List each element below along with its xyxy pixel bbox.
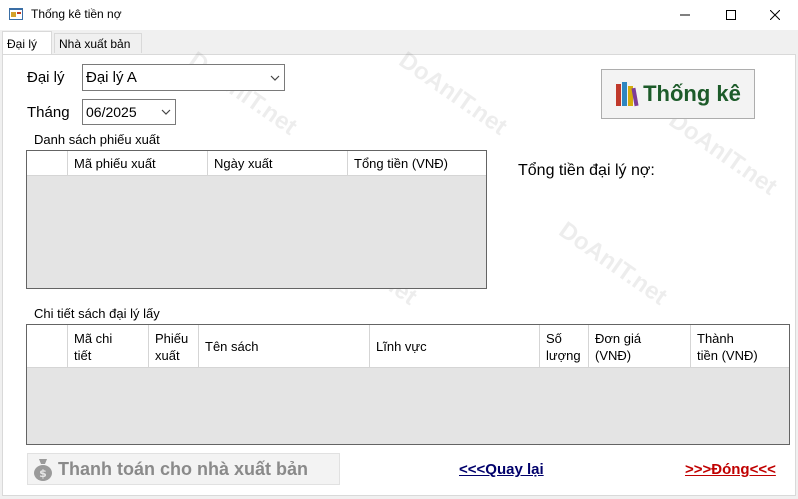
detail-list-caption: Chi tiết sách đại lý lấy [34,306,160,321]
agent-select[interactable]: Đại lý A [82,64,285,91]
tab-label: Nhà xuất bản [59,36,131,51]
maximize-button[interactable] [708,0,754,30]
statistics-button[interactable]: Thống kê [601,69,755,119]
column-header[interactable]: Mã phiếu xuất [67,151,207,175]
books-icon [616,82,639,107]
month-picker-value: 06/2025 [86,104,137,120]
agent-select-value: Đại lý A [86,69,137,86]
window-title: Thống kê tiền nợ [31,7,122,21]
pay-publisher-label: Thanh toán cho nhà xuất bản [58,458,309,479]
statistics-button-label: Thống kê [643,81,741,106]
minimize-button[interactable] [662,0,708,30]
agent-debt-total-label: Tổng tiền đại lý nợ: [518,162,655,179]
pay-publisher-button[interactable]: $ Thanh toán cho nhà xuất bản [27,453,340,485]
column-header[interactable]: Đơn giá (VNĐ) [588,325,690,367]
column-header[interactable]: Ngày xuất [207,151,347,175]
grid-header: Mã phiếu xuất Ngày xuất Tổng tiền (VNĐ) [27,151,486,176]
column-header[interactable]: Tổng tiền (VNĐ) [347,151,486,175]
tab-agent[interactable]: Đại lý [2,31,52,55]
column-header[interactable]: Tên sách [198,325,369,367]
export-list-caption: Danh sách phiếu xuất [34,132,160,147]
app-icon [9,8,23,20]
money-bag-icon: $ [34,459,52,481]
export-list-grid[interactable]: Mã phiếu xuất Ngày xuất Tổng tiền (VNĐ) [26,150,487,289]
back-link[interactable]: <<<Quay lại [459,461,544,478]
column-header[interactable]: Mã chi tiết [67,325,148,367]
detail-list-grid[interactable]: Mã chi tiết Phiếu xuất Tên sách Lĩnh vực S… [26,324,790,445]
agent-label: Đại lý [27,69,65,86]
svg-text:$: $ [39,467,47,480]
maximize-icon [726,10,736,20]
chevron-down-icon [161,109,171,115]
column-header[interactable]: Phiếu xuất [148,325,198,367]
column-header[interactable]: Thành tiền (VNĐ) [690,325,789,367]
minimize-icon [680,14,690,16]
column-header[interactable]: Lĩnh vực [369,325,539,367]
month-label: Tháng [27,104,70,121]
chevron-down-icon [270,75,280,81]
tab-publisher[interactable]: Nhà xuất bản [54,33,142,53]
grid-header: Mã chi tiết Phiếu xuất Tên sách Lĩnh vực S… [27,325,789,368]
close-icon [770,10,780,20]
tab-label: Đại lý [7,36,38,51]
close-link[interactable]: >>>Đóng<<< [685,461,776,478]
column-header[interactable]: Số lượng [539,325,588,367]
month-picker[interactable]: 06/2025 [82,99,176,125]
close-button[interactable] [752,0,798,30]
title-bar: Thống kê tiền nợ [0,0,798,30]
